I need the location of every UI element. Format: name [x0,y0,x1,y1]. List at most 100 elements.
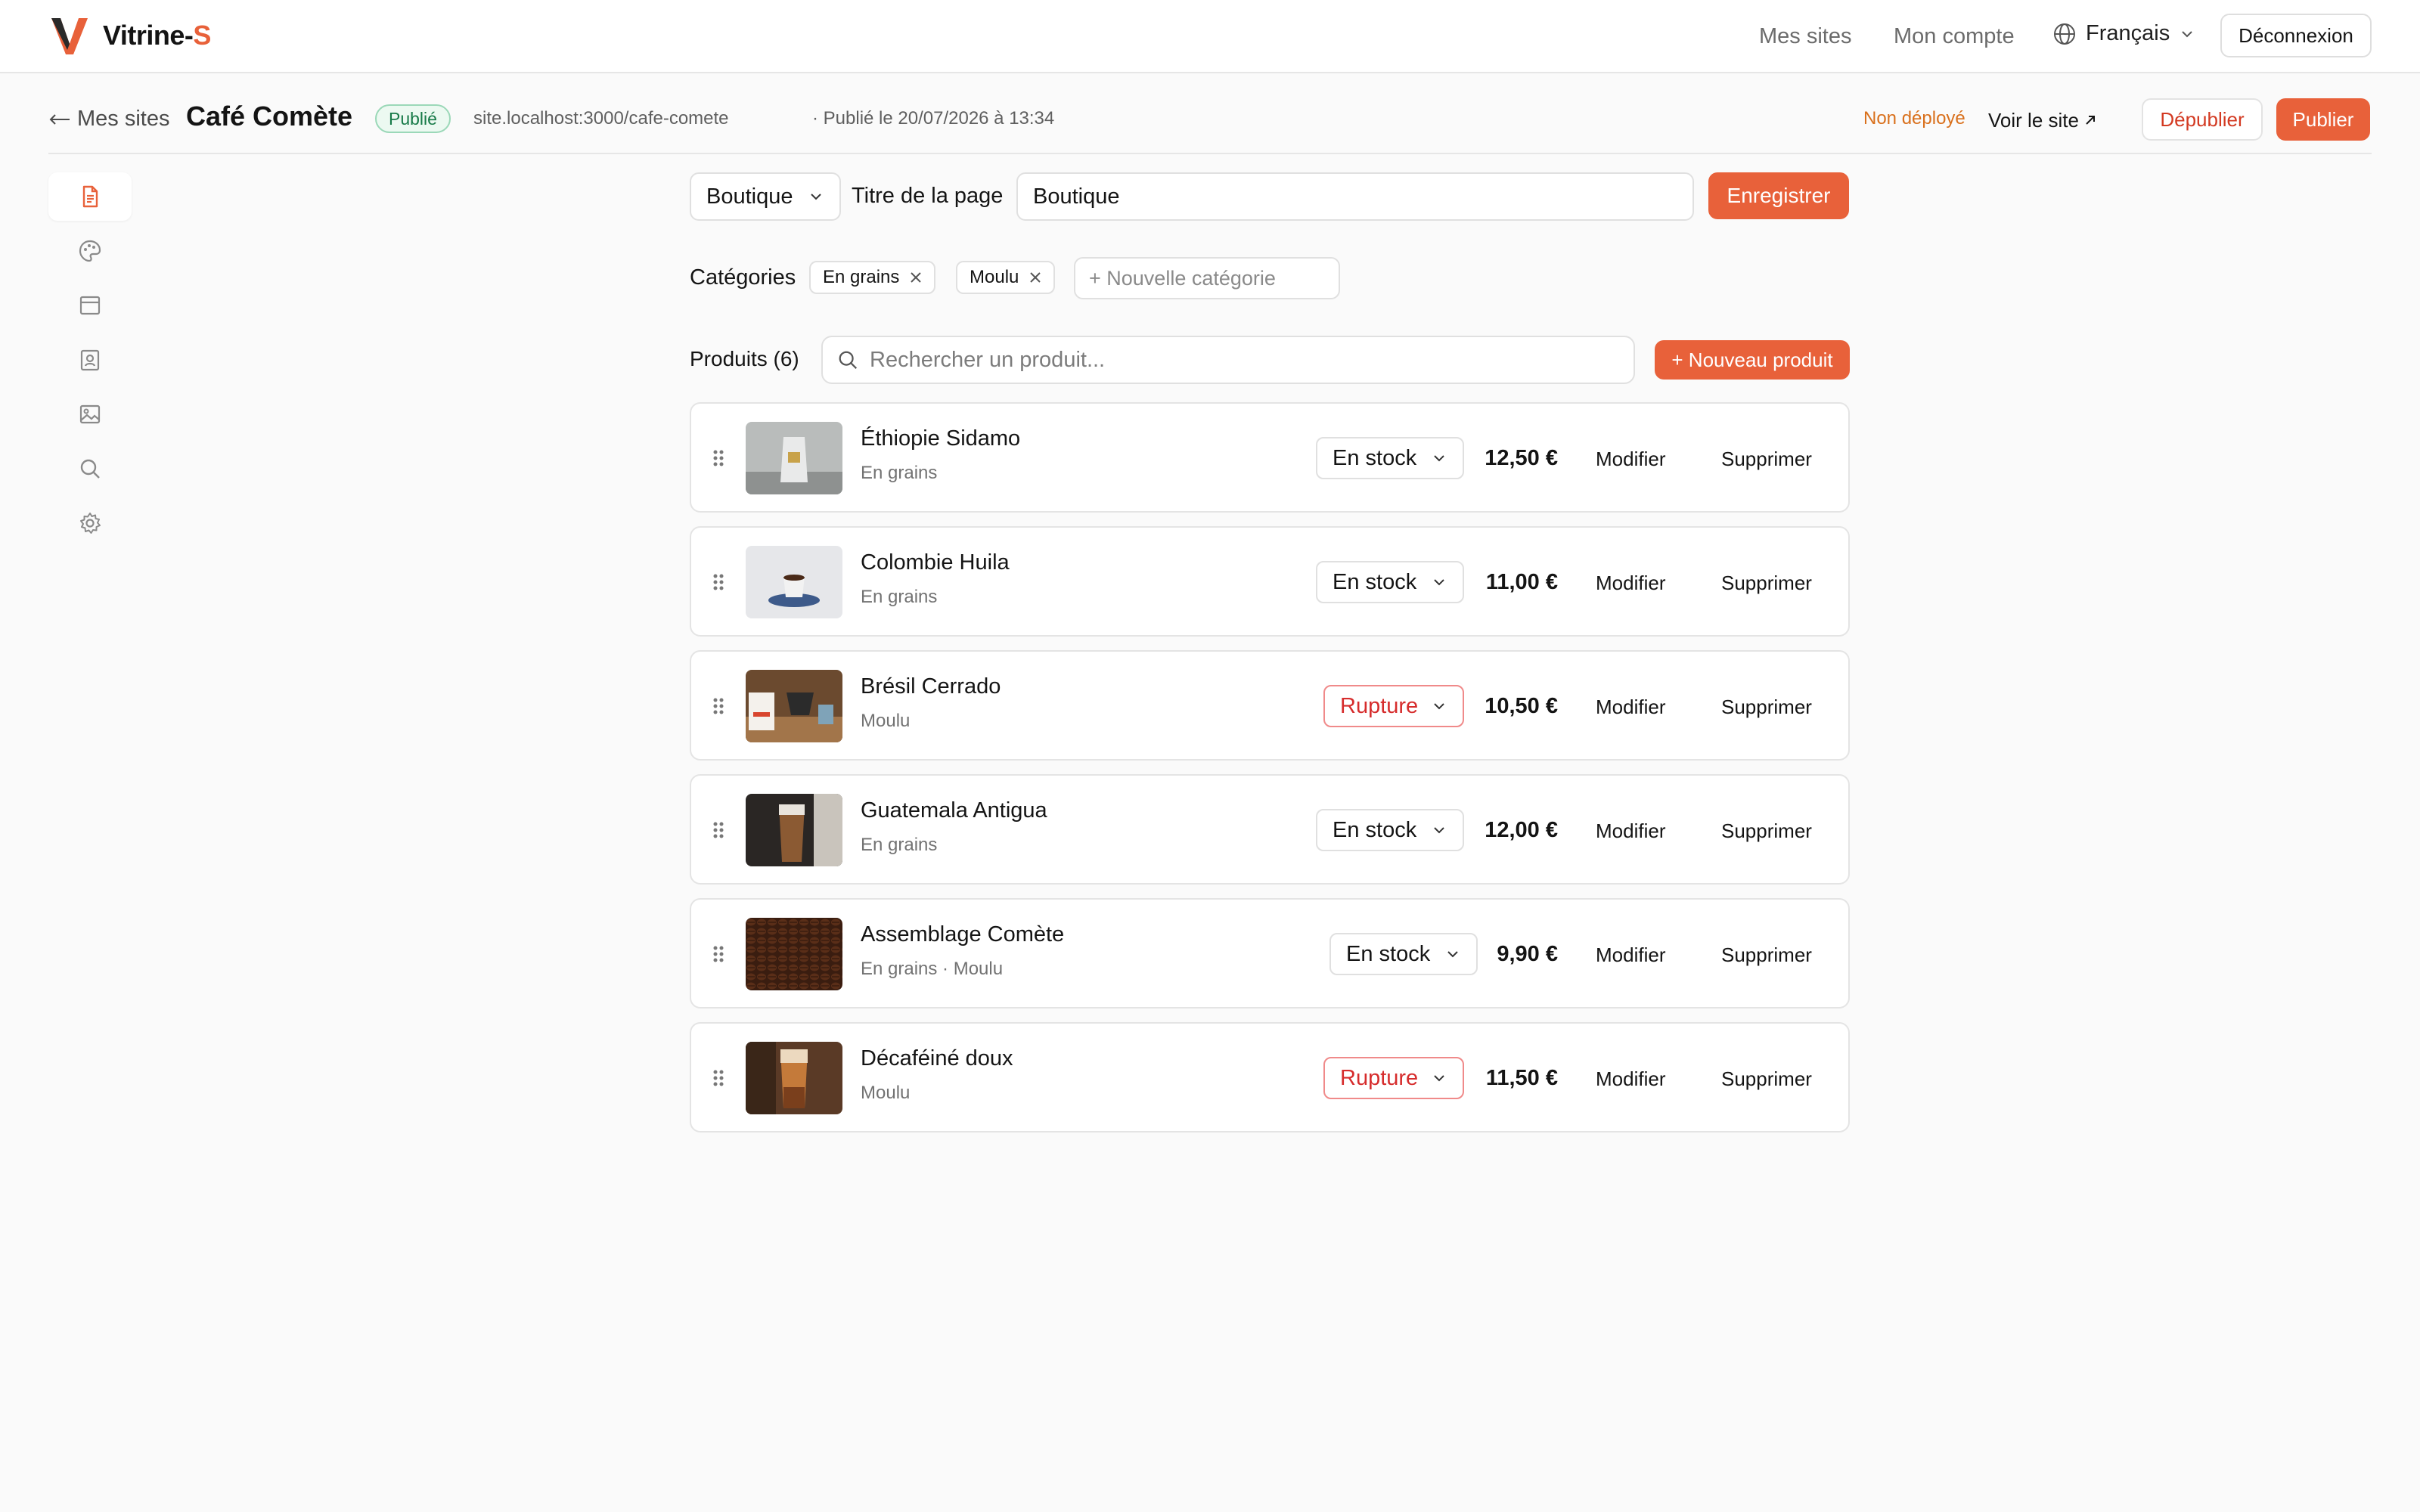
product-row: Colombie Huila En grains En stock 11,00 … [690,526,1850,637]
drag-handle-icon[interactable] [711,694,726,718]
product-search-input[interactable] [870,347,1620,373]
publish-button[interactable]: Publier [2276,98,2370,141]
product-thumbnail [746,794,842,866]
edit-product-button[interactable]: Modifier [1596,1067,1665,1091]
sidebar-item-media[interactable] [48,390,132,438]
brand-name[interactable]: Vitrine-S [103,20,211,51]
page-title-input[interactable] [1016,172,1694,221]
site-title: Café Comète [186,101,353,132]
product-row: Brésil Cerrado Moulu Rupture 10,50 € Mod… [690,650,1850,761]
product-category: Moulu [861,711,911,731]
top-navbar: Vitrine-S Mes sites Mon compte Français … [0,0,2420,73]
vitrine-logo-icon[interactable] [48,15,91,57]
chevron-down-icon [811,194,821,200]
close-icon[interactable] [908,270,923,285]
new-category-input[interactable] [1074,257,1340,299]
edit-product-button[interactable]: Modifier [1596,820,1665,843]
sidebar-item-settings[interactable] [48,499,132,547]
globe-icon [2054,23,2075,45]
language-selector[interactable]: Français [2052,21,2195,46]
edit-product-button[interactable]: Modifier [1596,572,1665,595]
product-price: 12,00 € [1485,818,1558,842]
delete-product-button[interactable]: Supprimer [1721,572,1812,595]
page-select-value: Boutique [706,184,793,209]
page-title-label: Titre de la page [852,184,1004,208]
product-name: Brésil Cerrado [861,674,1001,699]
unpublish-button[interactable]: Dépublier [2142,98,2263,141]
page-select[interactable]: Boutique [690,172,841,221]
product-name: Guatemala Antigua [861,798,1047,823]
product-category: En grains [861,835,938,855]
status-badge: Publié [375,104,451,133]
product-thumbnail [746,1042,842,1114]
arrow-left-icon [49,113,70,125]
product-row: Éthiopie Sidamo En grains En stock 12,50… [690,402,1850,513]
product-name: Décaféiné doux [861,1046,1013,1070]
product-thumbnail [746,422,842,494]
stock-status-select[interactable]: En stock [1316,437,1464,479]
site-url: site.localhost:3000/cafe-comete [473,108,729,129]
product-search[interactable] [821,336,1635,384]
stock-status-select[interactable]: Rupture [1323,1057,1464,1099]
product-price: 11,00 € [1485,570,1558,594]
category-chip-label: En grains [823,267,900,287]
drag-handle-icon[interactable] [711,1066,726,1090]
sidebar-item-pages[interactable] [48,172,132,221]
close-icon[interactable] [1028,270,1043,285]
stock-status-label: Rupture [1340,693,1419,718]
save-button[interactable]: Enregistrer [1708,172,1849,219]
new-product-button[interactable]: + Nouveau produit [1655,340,1850,380]
category-chip-label: Moulu [970,267,1019,287]
stock-status-select[interactable]: Rupture [1323,685,1464,727]
site-header: Mes sites Café Comète Publié site.localh… [48,74,2372,154]
stock-status-label: En stock [1333,817,1417,842]
chevron-down-icon [1447,951,1458,958]
drag-handle-icon[interactable] [711,942,726,966]
palette-icon [79,240,101,262]
drag-handle-icon[interactable] [711,818,726,842]
stock-status-select[interactable]: En stock [1316,561,1464,603]
back-link[interactable]: Mes sites [48,107,169,132]
edit-product-button[interactable]: Modifier [1596,696,1665,719]
nav-my-sites[interactable]: Mes sites [1759,24,1851,49]
edit-product-button[interactable]: Modifier [1596,448,1665,471]
product-thumbnail [746,546,842,618]
chevron-down-icon [1434,579,1444,586]
drag-handle-icon[interactable] [711,446,726,470]
view-site-label: Voir le site [1988,108,2079,132]
back-link-label: Mes sites [77,107,170,131]
drag-handle-icon[interactable] [711,570,726,594]
sidebar-item-contact[interactable] [48,336,132,384]
product-name: Éthiopie Sidamo [861,426,1021,451]
delete-product-button[interactable]: Supprimer [1721,820,1812,843]
product-category: En grains [861,463,938,483]
logout-button[interactable]: Déconnexion [2220,14,2372,57]
stock-status-label: En stock [1333,445,1417,470]
stock-status-select[interactable]: En stock [1329,933,1478,975]
products-count-label: Produits (6) [690,347,799,370]
stock-status-label: En stock [1333,569,1417,594]
delete-product-button[interactable]: Supprimer [1721,943,1812,967]
published-date: · Publié le 20/07/2026 à 13:34 [812,108,1055,129]
nav-my-account[interactable]: Mon compte [1894,24,2015,49]
sidebar-item-seo[interactable] [48,445,132,493]
sidebar-item-theme[interactable] [48,227,132,275]
category-chip[interactable]: Moulu [956,261,1056,294]
delete-product-button[interactable]: Supprimer [1721,1067,1812,1091]
product-price: 12,50 € [1485,446,1558,470]
chevron-down-icon [1434,703,1444,710]
gear-icon [80,513,101,534]
view-site-link[interactable]: Voir le site [1986,100,2099,141]
delete-product-button[interactable]: Supprimer [1721,448,1812,471]
document-icon [82,185,98,208]
chevron-down-icon [1434,827,1444,834]
product-category: En grains [861,587,938,607]
product-price: 9,90 € [1497,942,1558,966]
edit-product-button[interactable]: Modifier [1596,943,1665,967]
chevron-down-icon [1434,1075,1444,1082]
sidebar-item-layout[interactable] [48,281,132,330]
stock-status-select[interactable]: En stock [1316,809,1464,851]
category-chip[interactable]: En grains [809,261,936,294]
delete-product-button[interactable]: Supprimer [1721,696,1812,719]
contact-card-icon [80,349,100,371]
